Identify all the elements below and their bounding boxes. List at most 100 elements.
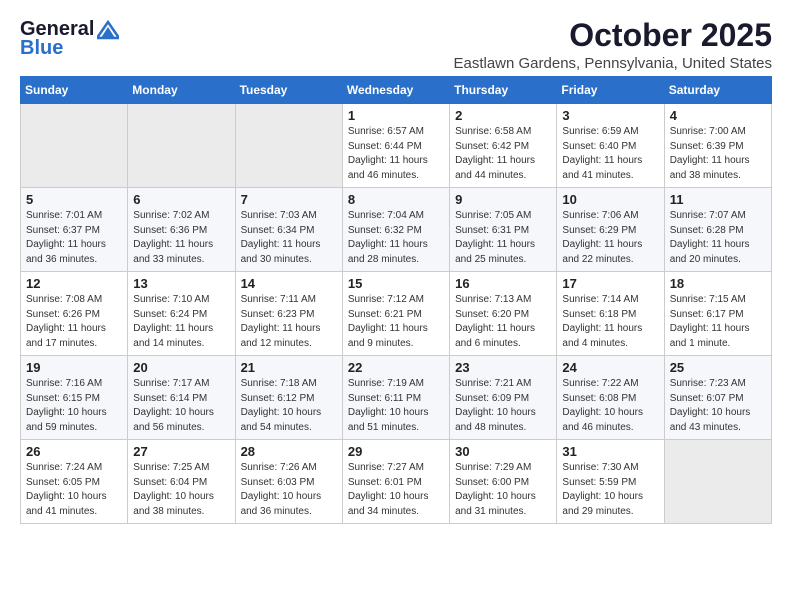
day-number: 15 [348, 276, 444, 291]
day-info: Sunrise: 7:13 AM Sunset: 6:20 PM Dayligh… [455, 293, 551, 351]
day-info: Sunrise: 7:22 AM Sunset: 6:08 PM Dayligh… [562, 377, 658, 435]
day-number: 17 [562, 276, 658, 291]
day-number: 3 [562, 108, 658, 123]
calendar-header-row: SundayMondayTuesdayWednesdayThursdayFrid… [21, 77, 772, 104]
location-title: Eastlawn Gardens, Pennsylvania, United S… [453, 55, 772, 72]
day-info: Sunrise: 7:27 AM Sunset: 6:01 PM Dayligh… [348, 461, 444, 519]
weekday-header-thursday: Thursday [450, 77, 557, 104]
day-info: Sunrise: 7:02 AM Sunset: 6:36 PM Dayligh… [133, 209, 229, 267]
day-info: Sunrise: 7:15 AM Sunset: 6:17 PM Dayligh… [670, 293, 766, 351]
logo: General Blue [20, 18, 119, 60]
calendar-day-cell: 2Sunrise: 6:58 AM Sunset: 6:42 PM Daylig… [450, 104, 557, 188]
calendar-day-cell: 7Sunrise: 7:03 AM Sunset: 6:34 PM Daylig… [235, 188, 342, 272]
calendar-day-cell: 10Sunrise: 7:06 AM Sunset: 6:29 PM Dayli… [557, 188, 664, 272]
day-number: 6 [133, 192, 229, 207]
day-number: 22 [348, 360, 444, 375]
day-number: 25 [670, 360, 766, 375]
day-number: 14 [241, 276, 337, 291]
day-number: 23 [455, 360, 551, 375]
day-number: 1 [348, 108, 444, 123]
day-info: Sunrise: 7:21 AM Sunset: 6:09 PM Dayligh… [455, 377, 551, 435]
day-number: 29 [348, 444, 444, 459]
calendar-day-cell: 4Sunrise: 7:00 AM Sunset: 6:39 PM Daylig… [664, 104, 771, 188]
day-info: Sunrise: 7:12 AM Sunset: 6:21 PM Dayligh… [348, 293, 444, 351]
day-info: Sunrise: 6:57 AM Sunset: 6:44 PM Dayligh… [348, 125, 444, 183]
calendar-day-cell: 1 Sunrise: 6:57 AM Sunset: 6:44 PM Daylig… [342, 104, 449, 188]
day-info: Sunrise: 7:29 AM Sunset: 6:00 PM Dayligh… [455, 461, 551, 519]
day-number: 11 [670, 192, 766, 207]
logo-blue: Blue [20, 37, 63, 60]
page-header: General Blue October 2025 Eastlawn Garde… [10, 10, 782, 72]
calendar-day-cell: 13 Sunrise: 7:10 AM Sunset: 6:24 PM Dayli… [128, 272, 235, 356]
day-number: 19 [26, 360, 122, 375]
day-info: Sunrise: 7:19 AM Sunset: 6:11 PM Dayligh… [348, 377, 444, 435]
day-info: Sunrise: 7:01 AM Sunset: 6:37 PM Dayligh… [26, 209, 122, 267]
day-info: Sunrise: 7:10 AM Sunset: 6:24 PM Dayligh… [133, 293, 229, 351]
calendar-day-cell: 27Sunrise: 7:25 AM Sunset: 6:04 PM Dayli… [128, 440, 235, 524]
weekday-header-wednesday: Wednesday [342, 77, 449, 104]
day-info: Sunrise: 7:24 AM Sunset: 6:05 PM Dayligh… [26, 461, 122, 519]
calendar-day-cell: 9Sunrise: 7:05 AM Sunset: 6:31 PM Daylig… [450, 188, 557, 272]
calendar-week-row: 12 Sunrise: 7:08 AM Sunset: 6:26 PM Dayli… [21, 272, 772, 356]
calendar-day-cell: 19 Sunrise: 7:16 AM Sunset: 6:15 PM Dayli… [21, 356, 128, 440]
day-number: 2 [455, 108, 551, 123]
day-number: 20 [133, 360, 229, 375]
calendar-day-cell: 23 Sunrise: 7:21 AM Sunset: 6:09 PM Dayli… [450, 356, 557, 440]
calendar-day-cell: 20 Sunrise: 7:17 AM Sunset: 6:14 PM Dayli… [128, 356, 235, 440]
calendar-day-cell: 25 Sunrise: 7:23 AM Sunset: 6:07 PM Dayli… [664, 356, 771, 440]
weekday-header-saturday: Saturday [664, 77, 771, 104]
day-number: 16 [455, 276, 551, 291]
logo-icon [97, 20, 119, 40]
calendar-empty-cell [235, 104, 342, 188]
day-number: 27 [133, 444, 229, 459]
calendar-day-cell: 14 Sunrise: 7:11 AM Sunset: 6:23 PM Dayli… [235, 272, 342, 356]
day-info: Sunrise: 7:07 AM Sunset: 6:28 PM Dayligh… [670, 209, 766, 267]
calendar-week-row: 26 Sunrise: 7:24 AM Sunset: 6:05 PM Dayli… [21, 440, 772, 524]
day-info: Sunrise: 7:06 AM Sunset: 6:29 PM Dayligh… [562, 209, 658, 267]
calendar-week-row: 1 Sunrise: 6:57 AM Sunset: 6:44 PM Daylig… [21, 104, 772, 188]
weekday-header-tuesday: Tuesday [235, 77, 342, 104]
title-area: October 2025 Eastlawn Gardens, Pennsylva… [453, 18, 772, 72]
calendar-empty-cell [21, 104, 128, 188]
calendar-table: SundayMondayTuesdayWednesdayThursdayFrid… [20, 76, 772, 524]
calendar-day-cell: 3 Sunrise: 6:59 AM Sunset: 6:40 PM Daylig… [557, 104, 664, 188]
calendar-empty-cell [128, 104, 235, 188]
calendar-day-cell: 26 Sunrise: 7:24 AM Sunset: 6:05 PM Dayli… [21, 440, 128, 524]
day-info: Sunrise: 7:08 AM Sunset: 6:26 PM Dayligh… [26, 293, 122, 351]
day-info: Sunrise: 7:26 AM Sunset: 6:03 PM Dayligh… [241, 461, 337, 519]
day-info: Sunrise: 7:00 AM Sunset: 6:39 PM Dayligh… [670, 125, 766, 183]
day-info: Sunrise: 7:23 AM Sunset: 6:07 PM Dayligh… [670, 377, 766, 435]
day-info: Sunrise: 7:14 AM Sunset: 6:18 PM Dayligh… [562, 293, 658, 351]
day-number: 26 [26, 444, 122, 459]
day-info: Sunrise: 6:59 AM Sunset: 6:40 PM Dayligh… [562, 125, 658, 183]
calendar-week-row: 5Sunrise: 7:01 AM Sunset: 6:37 PM Daylig… [21, 188, 772, 272]
day-number: 18 [670, 276, 766, 291]
calendar-day-cell: 8Sunrise: 7:04 AM Sunset: 6:32 PM Daylig… [342, 188, 449, 272]
calendar-day-cell: 21Sunrise: 7:18 AM Sunset: 6:12 PM Dayli… [235, 356, 342, 440]
day-number: 12 [26, 276, 122, 291]
day-info: Sunrise: 7:17 AM Sunset: 6:14 PM Dayligh… [133, 377, 229, 435]
day-number: 9 [455, 192, 551, 207]
day-info: Sunrise: 7:16 AM Sunset: 6:15 PM Dayligh… [26, 377, 122, 435]
day-number: 28 [241, 444, 337, 459]
day-info: Sunrise: 7:03 AM Sunset: 6:34 PM Dayligh… [241, 209, 337, 267]
day-info: Sunrise: 7:30 AM Sunset: 5:59 PM Dayligh… [562, 461, 658, 519]
calendar-day-cell: 30 Sunrise: 7:29 AM Sunset: 6:00 PM Dayli… [450, 440, 557, 524]
day-number: 30 [455, 444, 551, 459]
calendar-day-cell: 5Sunrise: 7:01 AM Sunset: 6:37 PM Daylig… [21, 188, 128, 272]
day-number: 31 [562, 444, 658, 459]
calendar-day-cell: 16 Sunrise: 7:13 AM Sunset: 6:20 PM Dayli… [450, 272, 557, 356]
calendar-day-cell: 28 Sunrise: 7:26 AM Sunset: 6:03 PM Dayli… [235, 440, 342, 524]
day-number: 24 [562, 360, 658, 375]
calendar-day-cell: 31 Sunrise: 7:30 AM Sunset: 5:59 PM Dayli… [557, 440, 664, 524]
day-number: 8 [348, 192, 444, 207]
day-number: 21 [241, 360, 337, 375]
day-number: 13 [133, 276, 229, 291]
calendar-day-cell: 11 Sunrise: 7:07 AM Sunset: 6:28 PM Dayli… [664, 188, 771, 272]
calendar-day-cell: 22 Sunrise: 7:19 AM Sunset: 6:11 PM Dayli… [342, 356, 449, 440]
weekday-header-monday: Monday [128, 77, 235, 104]
calendar-empty-cell [664, 440, 771, 524]
day-info: Sunrise: 7:11 AM Sunset: 6:23 PM Dayligh… [241, 293, 337, 351]
calendar-day-cell: 24 Sunrise: 7:22 AM Sunset: 6:08 PM Dayli… [557, 356, 664, 440]
month-title: October 2025 [453, 18, 772, 53]
